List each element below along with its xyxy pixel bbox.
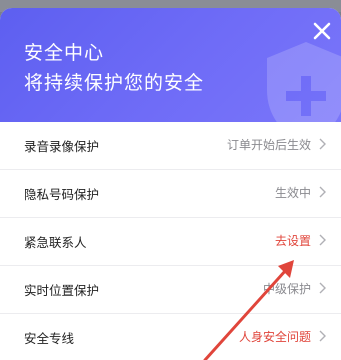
row-status: 去设置 — [274, 234, 311, 248]
row-safety-hotline[interactable]: 安全专线 人身安全问题 — [0, 314, 341, 360]
row-privacy-number[interactable]: 隐私号码保护 生效中 — [0, 170, 341, 218]
safety-center-panel: 安全中心 将持续保护您的安全 录音录像保护 订单开始后生效 隐私号码保护 生效中… — [0, 8, 341, 360]
safety-list: 录音录像保护 订单开始后生效 隐私号码保护 生效中 紧急联系人 去设置 实时位置… — [0, 122, 341, 360]
row-label: 隐私号码保护 — [24, 187, 100, 202]
row-label: 安全专线 — [24, 331, 75, 346]
chevron-right-icon — [319, 186, 326, 198]
page-title: 安全中心 — [24, 42, 105, 64]
close-icon[interactable] — [309, 18, 335, 44]
row-recording-protection[interactable]: 录音录像保护 订单开始后生效 — [0, 122, 341, 170]
chevron-right-icon — [319, 282, 326, 294]
row-status: 人身安全问题 — [238, 330, 311, 344]
header: 安全中心 将持续保护您的安全 — [0, 8, 341, 122]
row-location-protection[interactable]: 实时位置保护 中级保护 — [0, 266, 341, 314]
chevron-right-icon — [319, 138, 326, 150]
row-emergency-contact[interactable]: 紧急联系人 去设置 — [0, 218, 341, 266]
row-label: 实时位置保护 — [24, 283, 100, 298]
chevron-right-icon — [319, 330, 326, 342]
row-label: 录音录像保护 — [24, 139, 100, 154]
row-label: 紧急联系人 — [24, 235, 87, 250]
page-subtitle: 将持续保护您的安全 — [24, 72, 205, 94]
row-status: 中级保护 — [262, 282, 311, 296]
row-status: 生效中 — [274, 186, 311, 200]
shield-icon — [267, 42, 341, 122]
row-status: 订单开始后生效 — [226, 138, 311, 152]
chevron-right-icon — [319, 234, 326, 246]
